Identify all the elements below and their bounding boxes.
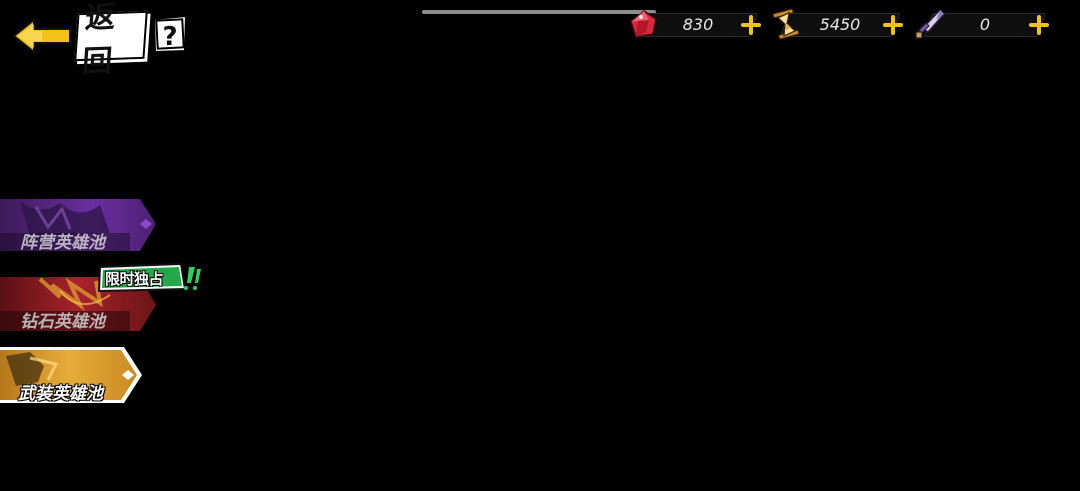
- tab-diamond-hero-pool[interactable]: 钻石英雄池 限时独占: [0, 263, 205, 333]
- tab-armed-label: 武装英雄池: [18, 384, 103, 404]
- currency-token: 0: [914, 8, 1050, 39]
- game-screen: 返回 ? 830 5450 0 阵营英雄池 钻石英雄池 限时独占 武装英雄池: [0, 0, 1080, 491]
- back-arrow-icon: [13, 19, 71, 53]
- back-button[interactable]: 返回: [12, 0, 148, 80]
- tab-armed-hero-pool[interactable]: 武装英雄池: [0, 346, 150, 404]
- add-ruby-button[interactable]: [740, 13, 762, 37]
- top-progress-bar: [422, 10, 656, 14]
- currency-hourglass: 5450: [770, 8, 904, 40]
- help-button[interactable]: ?: [152, 15, 188, 53]
- add-token-button[interactable]: [1028, 13, 1050, 37]
- add-hourglass-button[interactable]: [882, 13, 904, 37]
- back-label: 返回: [80, 0, 116, 80]
- tab-faction-label: 阵营英雄池: [20, 233, 105, 253]
- tab-faction-hero-pool[interactable]: 阵营英雄池: [0, 197, 160, 253]
- top-progress-fill: [422, 10, 656, 14]
- currency-hourglass-value: 5450: [819, 15, 861, 34]
- help-label: ?: [162, 22, 177, 52]
- hourglass-icon: [772, 8, 800, 40]
- limited-exclusive-label: 限时独占: [105, 270, 164, 288]
- ruby-gem-icon: [630, 10, 657, 38]
- currency-ruby: 830: [628, 10, 762, 38]
- tab-diamond-label: 钻石英雄池: [20, 312, 105, 332]
- currency-ruby-value: 830: [682, 15, 714, 34]
- back-label-box: 返回: [74, 0, 148, 80]
- sword-token-icon: [915, 8, 945, 39]
- currency-token-value: 0: [979, 15, 991, 34]
